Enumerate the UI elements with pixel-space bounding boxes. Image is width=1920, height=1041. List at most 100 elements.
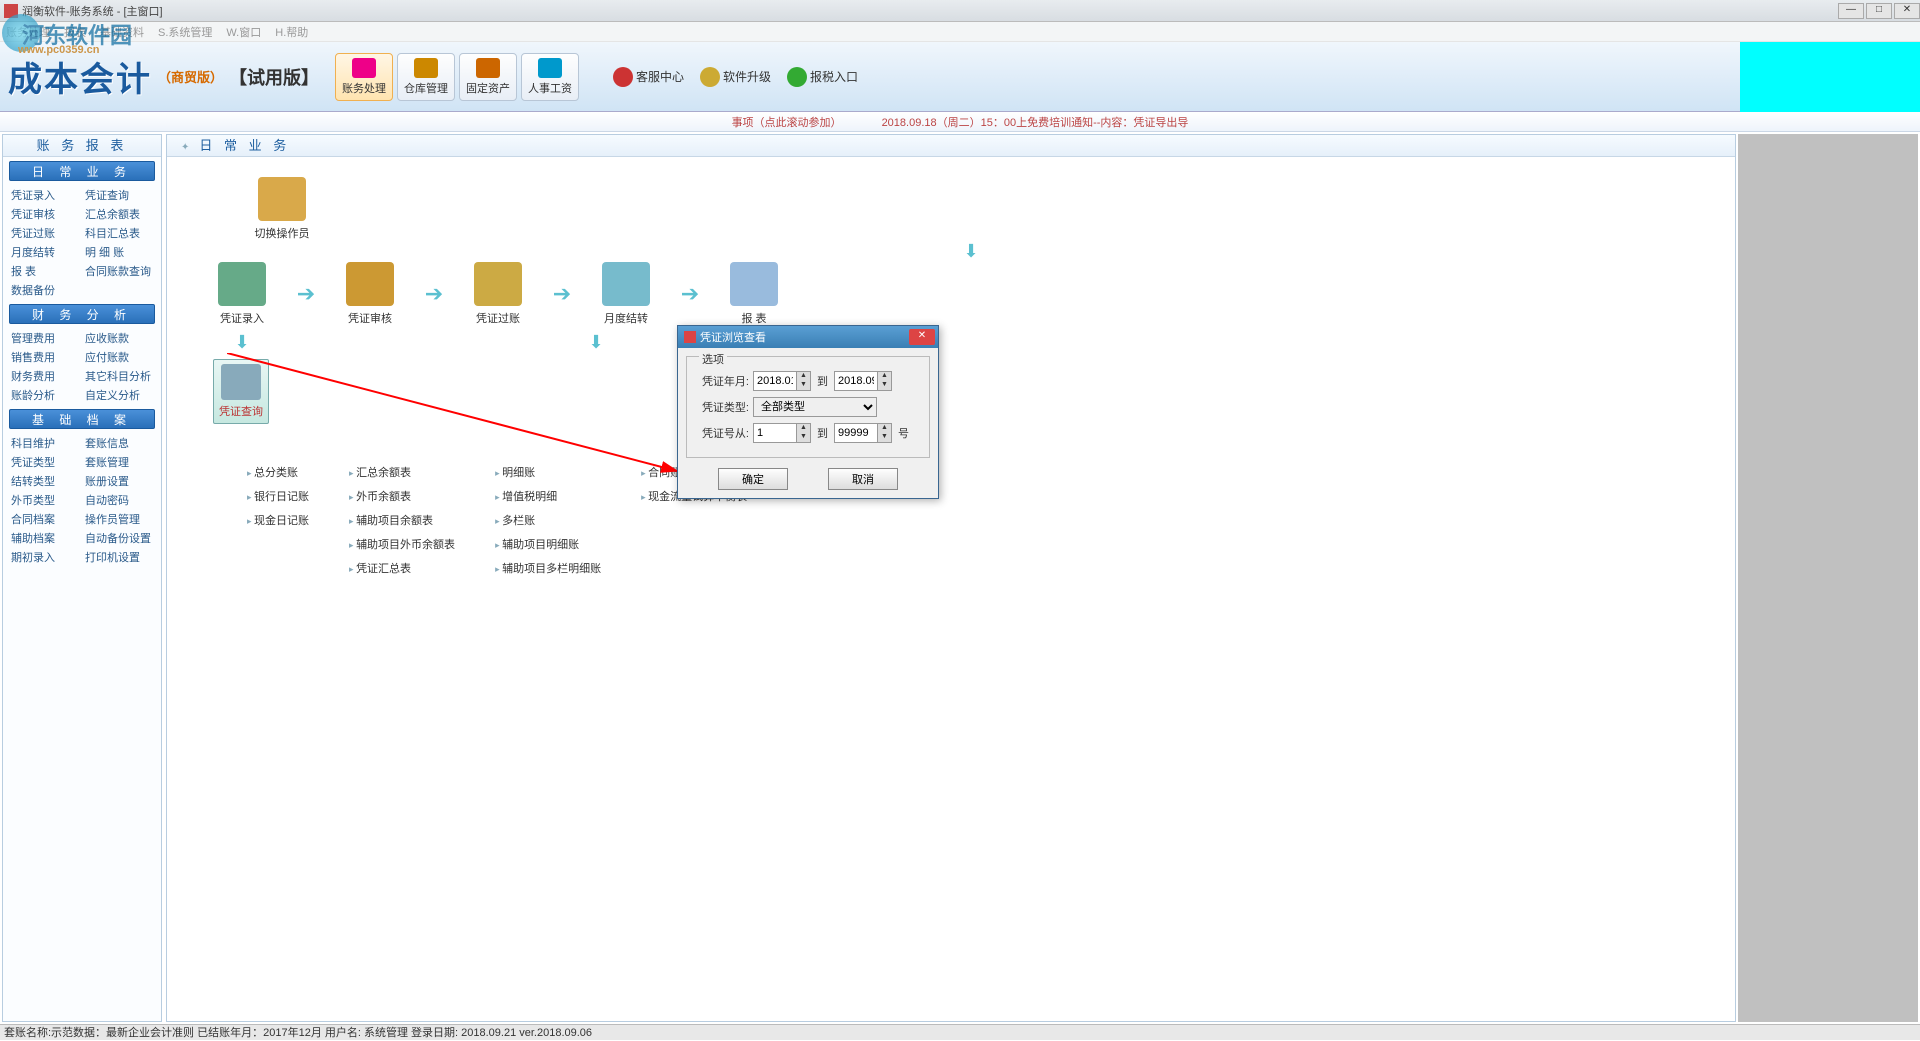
toolbar-button[interactable]: 固定资产: [459, 53, 517, 101]
sidebar-link[interactable]: 自动密码: [85, 492, 153, 508]
close-button[interactable]: ✕: [1894, 3, 1920, 19]
to-number-input[interactable]: ▲▼: [834, 423, 892, 443]
sidebar-link[interactable]: 凭证审核: [11, 206, 79, 222]
sidebar-link[interactable]: 数据备份: [11, 282, 79, 298]
toolbar-button[interactable]: 人事工资: [521, 53, 579, 101]
sidebar-link[interactable]: 期初录入: [11, 549, 79, 565]
cancel-button[interactable]: 取消: [828, 468, 898, 490]
sidebar-link[interactable]: 套账管理: [85, 454, 153, 470]
report-link[interactable]: 现金日记账: [247, 512, 309, 528]
sidebar-link[interactable]: 打印机设置: [85, 549, 153, 565]
arrow-down-icon: ⬇: [207, 332, 277, 353]
maximize-button[interactable]: □: [1866, 3, 1892, 19]
report-link[interactable]: 明细账: [495, 464, 601, 480]
report-link[interactable]: 辅助项目余额表: [349, 512, 455, 528]
notice-text-2[interactable]: 2018.09.18（周二）15：00上免费培训通知--内容：凭证导出导: [882, 114, 1189, 130]
sidebar-link[interactable]: 账册设置: [85, 473, 153, 489]
report-link[interactable]: 增值税明细: [495, 488, 601, 504]
number-label: 凭证号从:: [693, 425, 749, 441]
sidebar: 账 务 报 表 日 常 业 务凭证录入凭证查询凭证审核汇总余额表凭证过账科目汇总…: [2, 134, 162, 1022]
titlebar: 润衡软件-账务系统 - [主窗口] — □ ✕: [0, 0, 1920, 22]
sidebar-link[interactable]: 其它科目分析: [85, 368, 153, 384]
sidebar-link[interactable]: 科目维护: [11, 435, 79, 451]
menu-item[interactable]: 报表: [64, 24, 86, 40]
report-link[interactable]: 多栏账: [495, 512, 601, 528]
report-link[interactable]: 外币余额表: [349, 488, 455, 504]
sidebar-section-header[interactable]: 日 常 业 务: [9, 161, 155, 181]
sidebar-link[interactable]: 科目汇总表: [85, 225, 153, 241]
toolbar-button[interactable]: 仓库管理: [397, 53, 455, 101]
sidebar-link[interactable]: 管理费用: [11, 330, 79, 346]
notice-text-1[interactable]: 事项（点此滚动参加）: [732, 114, 842, 130]
toolbar-button[interactable]: 账务处理: [335, 53, 393, 101]
sidebar-link[interactable]: 应付账款: [85, 349, 153, 365]
sidebar-link[interactable]: 销售费用: [11, 349, 79, 365]
tool-icon: [538, 58, 562, 78]
header: 成本会计 （商贸版） 【试用版】 账务处理仓库管理固定资产人事工资 客服中心软件…: [0, 42, 1920, 112]
sidebar-link[interactable]: 凭证查询: [85, 187, 153, 203]
sidebar-link[interactable]: 外币类型: [11, 492, 79, 508]
dialog-icon: [684, 331, 696, 343]
menu-item[interactable]: 账务处理: [6, 24, 50, 40]
sidebar-link[interactable]: 辅助档案: [11, 530, 79, 546]
workflow-icon: [602, 262, 650, 306]
workflow-node[interactable]: 凭证审核: [335, 262, 405, 326]
menu-item[interactable]: 基础资料: [100, 24, 144, 40]
header-link[interactable]: 报税入口: [787, 67, 858, 87]
report-link[interactable]: 汇总余额表: [349, 464, 455, 480]
report-link[interactable]: 辅助项目外币余额表: [349, 536, 455, 552]
sidebar-link[interactable]: 汇总余额表: [85, 206, 153, 222]
report-link[interactable]: 总分类账: [247, 464, 309, 480]
report-link[interactable]: 辅助项目多栏明细账: [495, 560, 601, 576]
workflow-node[interactable]: 报 表: [719, 262, 789, 326]
link-icon: [700, 67, 720, 87]
menu-item[interactable]: S.系统管理: [158, 24, 212, 40]
workflow-icon: [474, 262, 522, 306]
sidebar-link[interactable]: 自动备份设置: [85, 530, 153, 546]
report-link[interactable]: 辅助项目明细账: [495, 536, 601, 552]
window-controls: — □ ✕: [1836, 3, 1920, 19]
sidebar-link[interactable]: 凭证类型: [11, 454, 79, 470]
report-link[interactable]: 银行日记账: [247, 488, 309, 504]
workflow-node[interactable]: 凭证录入: [207, 262, 277, 326]
sidebar-section-header[interactable]: 财 务 分 析: [9, 304, 155, 324]
sidebar-link[interactable]: 自定义分析: [85, 387, 153, 403]
sidebar-link[interactable]: 账龄分析: [11, 387, 79, 403]
sidebar-link[interactable]: 报 表: [11, 263, 79, 279]
arrow-right-icon: ➔: [287, 281, 325, 307]
workflow-node[interactable]: 月度结转: [591, 262, 661, 326]
dialog-close-button[interactable]: ✕: [909, 329, 935, 345]
sidebar-link[interactable]: 财务费用: [11, 368, 79, 384]
sidebar-link[interactable]: 凭证录入: [11, 187, 79, 203]
to-yearmonth-input[interactable]: ▲▼: [834, 371, 892, 391]
sidebar-link[interactable]: 合同档案: [11, 511, 79, 527]
logo-sub: （商贸版）: [158, 67, 223, 86]
sidebar-link[interactable]: 明 细 账: [85, 244, 153, 260]
header-accent: [1740, 42, 1920, 112]
app-icon: [4, 4, 18, 18]
ok-button[interactable]: 确定: [718, 468, 788, 490]
dialog-titlebar[interactable]: 凭证浏览查看 ✕: [678, 326, 938, 348]
from-yearmonth-input[interactable]: ▲▼: [753, 371, 811, 391]
report-link[interactable]: 凭证汇总表: [349, 560, 455, 576]
minimize-button[interactable]: —: [1838, 3, 1864, 19]
voucher-query-button[interactable]: 凭证查询: [213, 359, 269, 424]
header-link[interactable]: 客服中心: [613, 67, 684, 87]
sidebar-link[interactable]: 应收账款: [85, 330, 153, 346]
sidebar-link[interactable]: 月度结转: [11, 244, 79, 260]
sidebar-link[interactable]: 结转类型: [11, 473, 79, 489]
header-link[interactable]: 软件升级: [700, 67, 771, 87]
switch-user-node[interactable]: 切换操作员: [247, 177, 317, 241]
sidebar-link[interactable]: 凭证过账: [11, 225, 79, 241]
tool-icon: [414, 58, 438, 78]
sidebar-section-header[interactable]: 基 础 档 案: [9, 409, 155, 429]
sidebar-link[interactable]: 合同账款查询: [85, 263, 153, 279]
dialog-title: 凭证浏览查看: [700, 329, 766, 345]
sidebar-link[interactable]: 套账信息: [85, 435, 153, 451]
from-number-input[interactable]: ▲▼: [753, 423, 811, 443]
workflow-node[interactable]: 凭证过账: [463, 262, 533, 326]
voucher-type-select[interactable]: 全部类型: [753, 397, 877, 417]
menu-item[interactable]: H.帮助: [275, 24, 308, 40]
sidebar-link[interactable]: 操作员管理: [85, 511, 153, 527]
menu-item[interactable]: W.窗口: [226, 24, 261, 40]
